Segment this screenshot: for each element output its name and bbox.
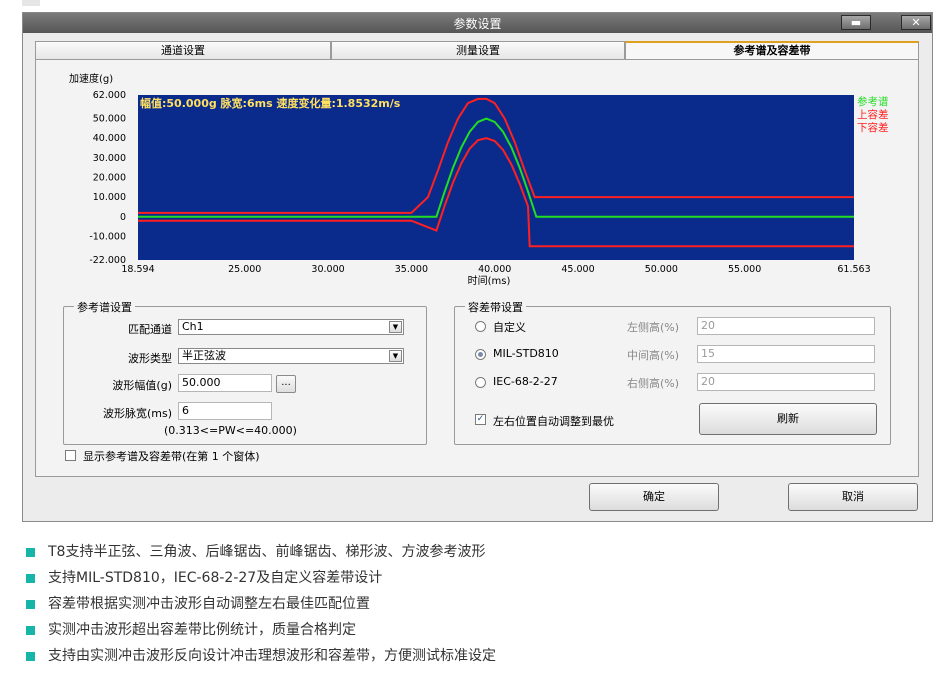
radio-custom[interactable]	[475, 321, 486, 332]
cancel-button[interactable]: 取消	[788, 483, 918, 511]
chart-area: 加速度(g) 时间(ms) 62.000 50.000 40.000 30.000 20…	[51, 71, 911, 297]
tab-channel-settings[interactable]: 通道设置	[35, 41, 331, 59]
y-axis-label: 加速度(g)	[69, 72, 113, 85]
waveform-chart: 加速度(g) 时间(ms) 62.000 50.000 40.000 30.000 20…	[69, 72, 889, 287]
left-height-input[interactable]: 20	[697, 317, 875, 335]
x-tick-label: 45.000	[561, 264, 594, 275]
x-ticks: 18.594 25.000 30.000 35.000 40.000 45.000 50.0…	[121, 264, 870, 275]
left-height-label: 左侧高(%)	[627, 321, 680, 334]
chart-legend: 参考谱上容差下容差	[857, 95, 889, 134]
radio-mil-std810-label: MIL-STD810	[493, 347, 559, 360]
amplitude-input[interactable]: 50.000	[178, 374, 272, 392]
wave-type-label: 波形类型	[128, 352, 172, 365]
show-reference-checkbox[interactable]	[65, 450, 76, 461]
pulse-width-label: 波形脉宽(ms)	[102, 407, 172, 420]
bullet-square-icon	[26, 600, 35, 609]
x-tick-label: 55.000	[728, 264, 761, 275]
y-tick-label: 30.000	[93, 153, 126, 164]
y-tick-label: 50.000	[93, 114, 126, 125]
legend-entry: 上容差	[857, 108, 889, 121]
tolerance-settings-group: 容差带设置 自定义 左侧高(%) 20 MIL-STD810 中间高(%) 15…	[454, 299, 891, 445]
ok-button[interactable]: 确定	[589, 483, 719, 511]
close-button[interactable]: ✕	[901, 15, 931, 30]
right-height-input[interactable]: 20	[697, 373, 875, 391]
radio-iec-68-2-27[interactable]	[475, 377, 486, 388]
tolerance-group-title: 容差带设置	[465, 299, 526, 315]
list-item: 容差带根据实测冲击波形自动调整左右最佳匹配位置	[26, 594, 496, 620]
y-ticks: 62.000 50.000 40.000 30.000 20.000 10.000 0 -10…	[89, 90, 126, 266]
wave-type-value: 半正弦波	[182, 349, 226, 362]
radio-custom-label: 自定义	[493, 321, 526, 334]
channel-label: 匹配通道	[128, 323, 172, 336]
x-tick-label: 61.563	[837, 264, 870, 275]
tab-bar: 通道设置 测量设置 参考谱及容差带	[35, 41, 919, 59]
top-stub	[22, 0, 40, 6]
bullet-square-icon	[26, 652, 35, 661]
reference-settings-group: 参考谱设置 匹配通道 Ch1 ▼ 波形类型 半正弦波 ▼ 波形幅值(g) 50.…	[63, 299, 427, 445]
y-tick-label: 0	[120, 212, 126, 223]
window-title: 参数设置	[453, 17, 502, 31]
amplitude-label: 波形幅值(g)	[112, 379, 172, 392]
refresh-button[interactable]: 刷新	[699, 403, 877, 435]
chevron-down-icon: ▼	[389, 350, 402, 362]
x-tick-label: 18.594	[121, 264, 154, 275]
legend-entry: 下容差	[857, 121, 889, 134]
list-item: 支持MIL-STD810，IEC-68-2-27及自定义容差带设计	[26, 568, 496, 594]
bullet-square-icon	[26, 574, 35, 583]
list-item: 支持由实测冲击波形反向设计冲击理想波形和容差带，方便测试标准设定	[26, 646, 496, 672]
x-axis-label: 时间(ms)	[468, 274, 511, 287]
feature-list: T8支持半正弦、三角波、后峰锯齿、前峰锯齿、梯形波、方波参考波形 支持MIL-S…	[26, 542, 496, 672]
y-tick-label: 10.000	[93, 192, 126, 203]
pulse-width-input[interactable]: 6	[178, 402, 272, 420]
x-tick-label: 50.000	[645, 264, 678, 275]
x-tick-label: 30.000	[311, 264, 344, 275]
y-tick-label: -10.000	[89, 231, 126, 242]
minimize-icon: ▬	[850, 16, 862, 29]
chart-annotation: 幅值:50.000g 脉宽:6ms 速度变化量:1.8532m/s	[140, 96, 401, 110]
auto-adjust-label: 左右位置自动调整到最优	[493, 415, 614, 428]
list-item: 实测冲击波形超出容差带比例统计，质量合格判定	[26, 620, 496, 646]
close-icon: ✕	[911, 16, 921, 29]
parameter-settings-window: 参数设置 ▬ ✕ 通道设置 测量设置 参考谱及容差带 加速度(g) 时间(ms)…	[22, 12, 933, 522]
right-height-label: 右侧高(%)	[627, 377, 680, 390]
y-tick-label: 62.000	[93, 90, 126, 101]
chevron-down-icon: ▼	[389, 321, 402, 333]
pulse-width-range: (0.313<=PW<=40.000)	[164, 424, 297, 437]
show-reference-label: 显示参考谱及容差带(在第 1 个窗体)	[83, 450, 260, 463]
radio-iec-label: IEC-68-2-27	[493, 375, 558, 388]
wave-type-select[interactable]: 半正弦波 ▼	[178, 348, 404, 364]
x-tick-label: 25.000	[228, 264, 261, 275]
middle-height-label: 中间高(%)	[627, 349, 680, 362]
radio-mil-std810[interactable]	[475, 349, 486, 360]
check-icon: ✓	[476, 414, 485, 424]
legend-entry: 参考谱	[857, 95, 889, 108]
minimize-button[interactable]: ▬	[841, 15, 871, 30]
auto-adjust-checkbox[interactable]: ✓	[475, 414, 486, 425]
channel-select[interactable]: Ch1 ▼	[178, 319, 404, 335]
bullet-square-icon	[26, 548, 35, 557]
plot-background	[138, 95, 854, 260]
title-bar: 参数设置 ▬ ✕	[23, 13, 932, 33]
tab-measure-settings[interactable]: 测量设置	[331, 41, 625, 59]
amplitude-more-button[interactable]: ...	[276, 375, 296, 393]
reference-group-title: 参考谱设置	[74, 299, 135, 315]
x-tick-label: 40.000	[478, 264, 511, 275]
middle-height-input[interactable]: 15	[697, 345, 875, 363]
bullet-square-icon	[26, 626, 35, 635]
y-tick-label: 20.000	[93, 173, 126, 184]
tab-reference-tolerance[interactable]: 参考谱及容差带	[625, 41, 919, 59]
y-tick-label: 40.000	[93, 133, 126, 144]
list-item: T8支持半正弦、三角波、后峰锯齿、前峰锯齿、梯形波、方波参考波形	[26, 542, 496, 568]
channel-value: Ch1	[182, 320, 204, 333]
x-tick-label: 35.000	[395, 264, 428, 275]
